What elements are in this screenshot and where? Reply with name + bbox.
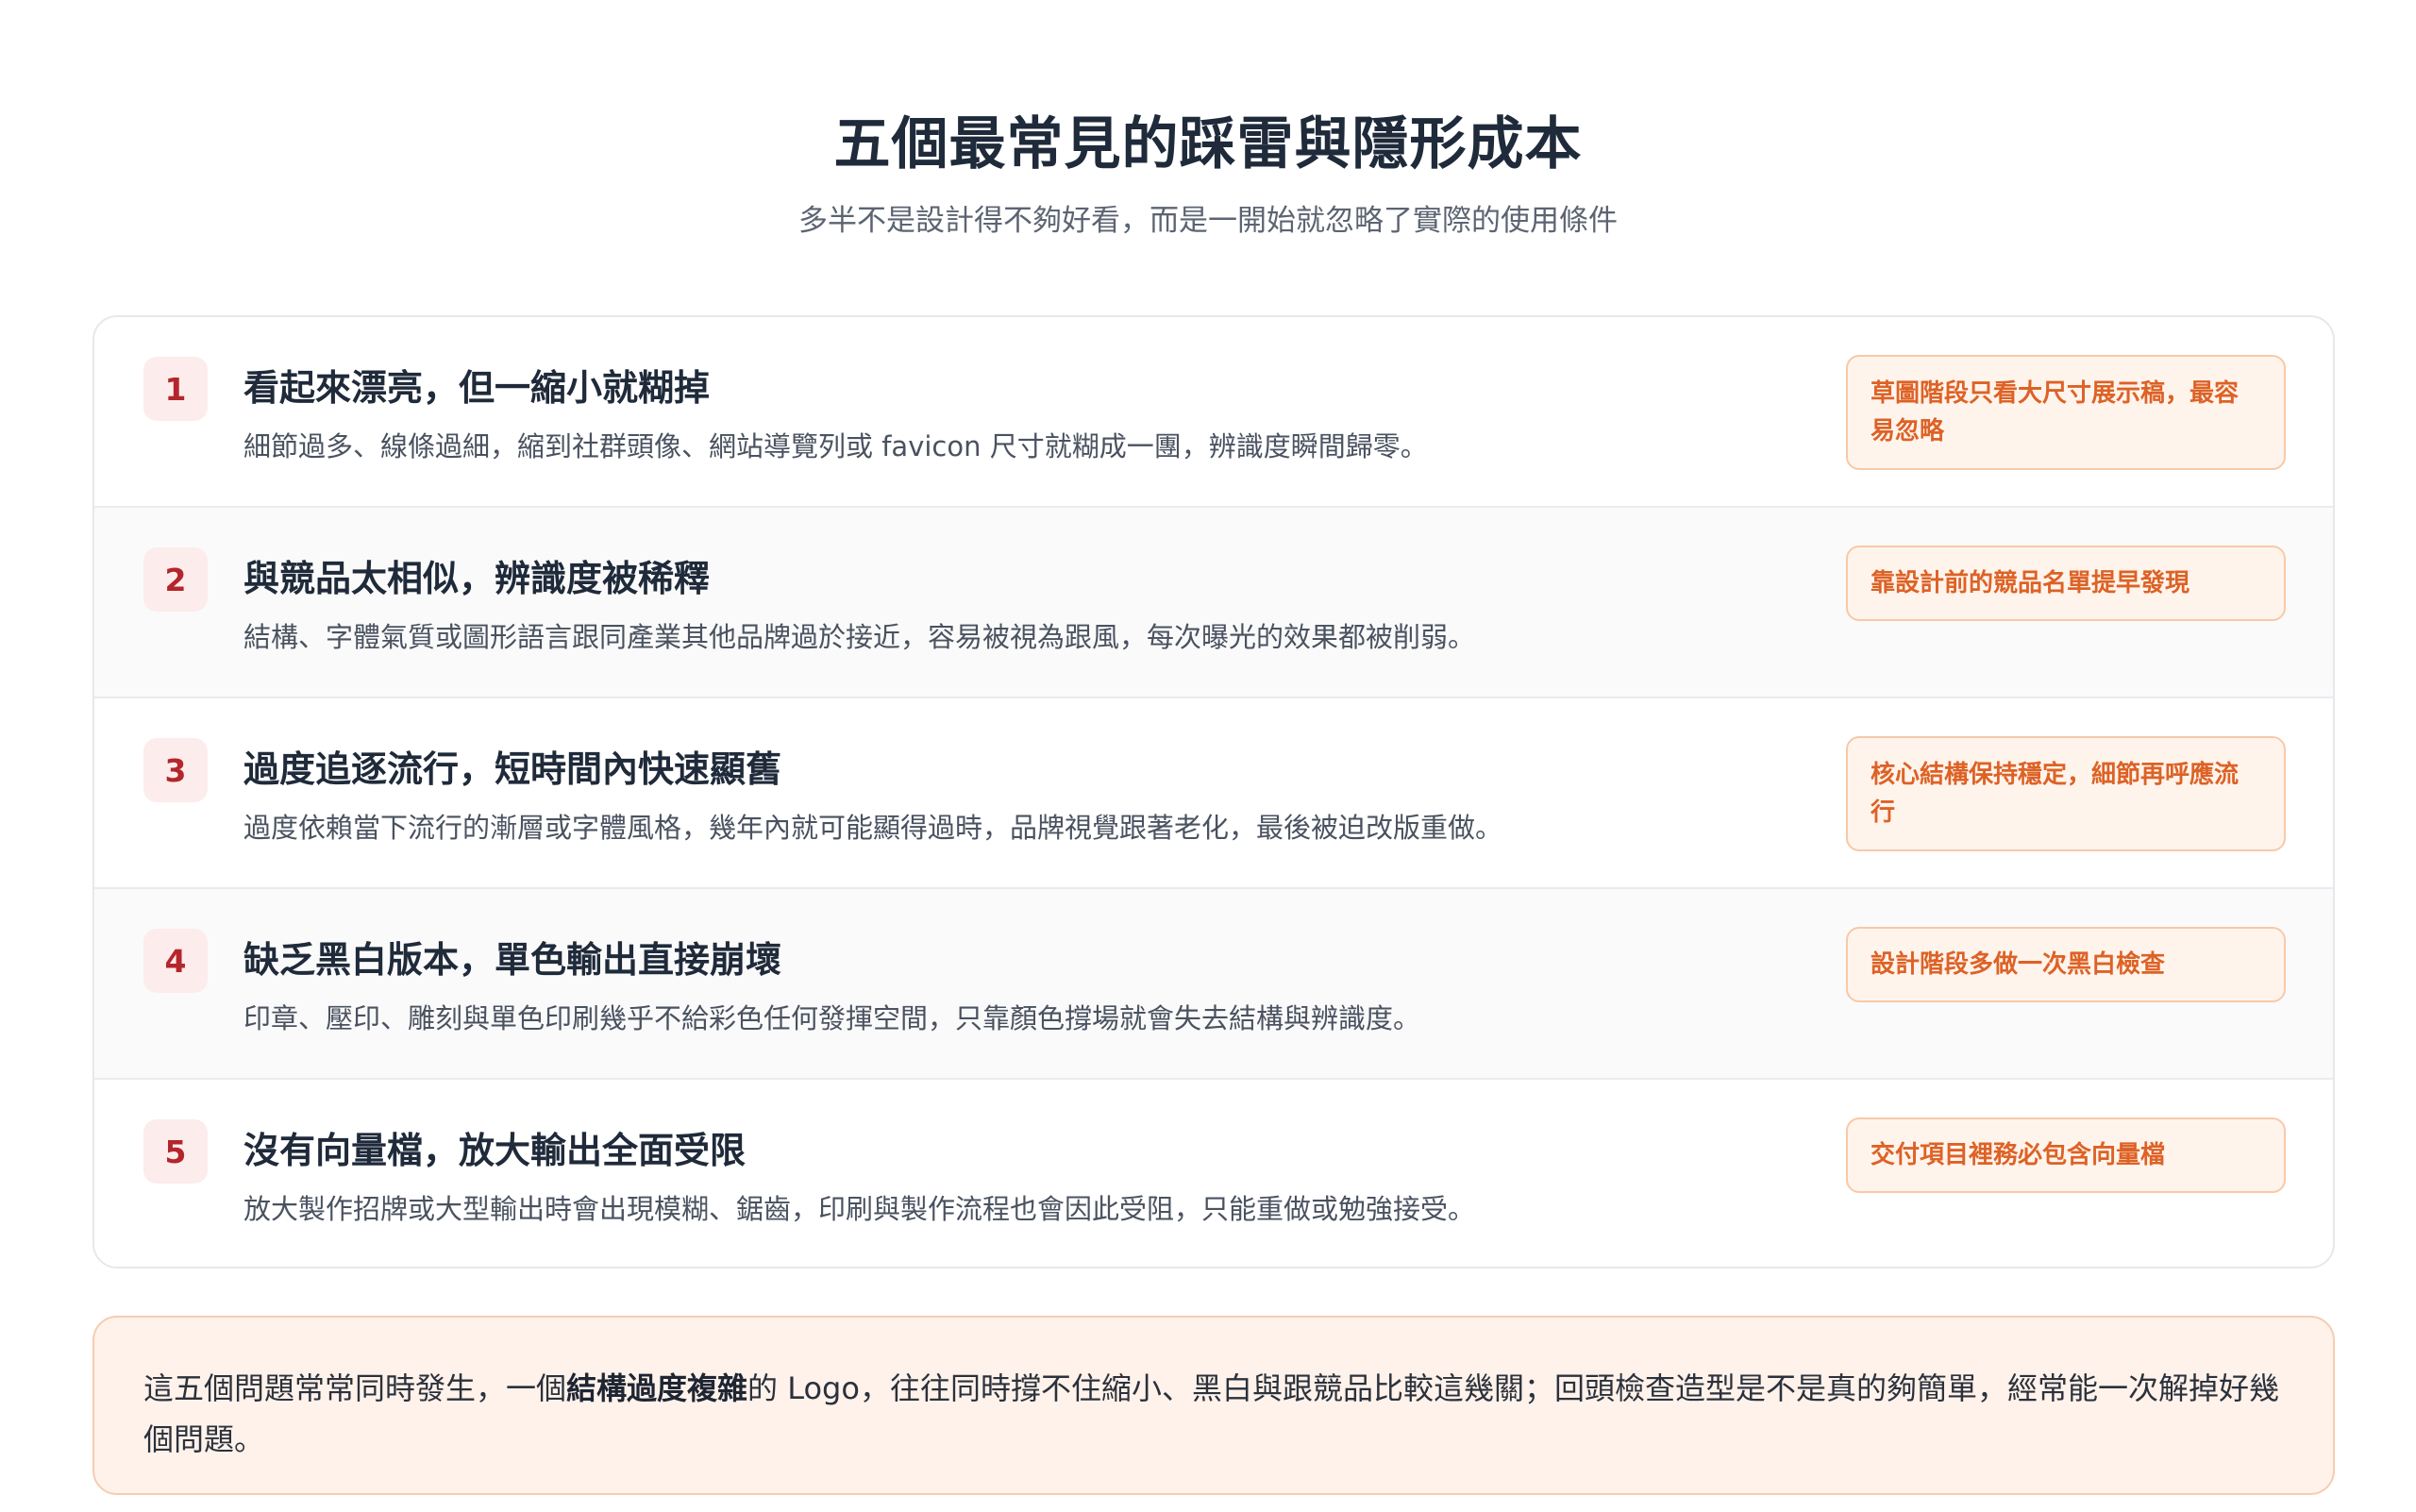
- item-title: 看起來漂亮，但一縮小就糊掉: [243, 367, 711, 409]
- list-item: 3 過度追逐流行，短時間內快速顯舊 過度依賴當下流行的漸層或字體風格，幾年內就可…: [94, 698, 2333, 889]
- item-number-badge: 2: [143, 547, 208, 612]
- list-item: 1 看起來漂亮，但一縮小就糊掉 細節過多、線條過細，縮到社群頭像、網站導覽列或 …: [94, 317, 2333, 508]
- note-text-before: 這五個問題常常同時發生，一個: [143, 1370, 567, 1406]
- item-number-badge: 3: [143, 738, 208, 802]
- item-tag: 靠設計前的競品名單提早發現: [1846, 546, 2286, 621]
- item-number-badge: 4: [143, 929, 208, 993]
- list-item: 2 與競品太相似，辨識度被稀釋 結構、字體氣質或圖形語言跟同產業其他品牌過於接近…: [94, 508, 2333, 698]
- pitfalls-list: 1 看起來漂亮，但一縮小就糊掉 細節過多、線條過細，縮到社群頭像、網站導覽列或 …: [92, 315, 2335, 1268]
- item-number-badge: 1: [143, 357, 208, 421]
- item-title: 過度追逐流行，短時間內快速顯舊: [243, 748, 782, 790]
- item-title: 沒有向量檔，放大輸出全面受限: [243, 1130, 747, 1171]
- list-item: 5 沒有向量檔，放大輸出全面受限 放大製作招牌或大型輸出時會出現模糊、鋸齒，印刷…: [94, 1080, 2333, 1267]
- item-title: 缺乏黑白版本，單色輸出直接崩壞: [243, 939, 782, 981]
- page-subtitle: 多半不是設計得不夠好看，而是一開始就忽略了實際的使用條件: [798, 204, 1618, 238]
- item-tag: 設計階段多做一次黑白檢查: [1846, 927, 2286, 1002]
- item-number-badge: 5: [143, 1119, 208, 1184]
- item-description: 印章、壓印、雕刻與單色印刷幾乎不給彩色任何發揮空間，只靠顏色撐場就會失去結構與辨…: [243, 1002, 1421, 1034]
- item-description: 細節過多、線條過細，縮到社群頭像、網站導覽列或 favicon 尺寸就糊成一團，…: [243, 430, 1428, 462]
- item-tag: 核心結構保持穩定，細節再呼應流行: [1846, 736, 2286, 851]
- page: 五個最常見的踩雷與隱形成本 多半不是設計得不夠好看，而是一開始就忽略了實際的使用…: [0, 0, 2416, 1512]
- item-description: 放大製作招牌或大型輸出時會出現模糊、鋸齒，印刷與製作流程也會因此受阻，只能重做或…: [243, 1193, 1476, 1225]
- page-title: 五個最常見的踩雷與隱形成本: [833, 111, 1583, 177]
- summary-note: 這五個問題常常同時發生，一個結構過度複雜的 Logo，往往同時撐不住縮小、黑白與…: [92, 1316, 2335, 1495]
- item-description: 結構、字體氣質或圖形語言跟同產業其他品牌過於接近，容易被視為跟風，每次曝光的效果…: [243, 621, 1476, 653]
- item-tag: 交付項目裡務必包含向量檔: [1846, 1117, 2286, 1193]
- item-tag: 草圖階段只看大尺寸展示稿，最容易忽略: [1846, 355, 2286, 470]
- item-description: 過度依賴當下流行的漸層或字體風格，幾年內就可能顯得過時，品牌視覺跟著老化，最後被…: [243, 812, 1503, 844]
- item-title: 與競品太相似，辨識度被稀釋: [243, 558, 711, 599]
- note-emphasis: 結構過度複雜: [566, 1370, 748, 1406]
- list-item: 4 缺乏黑白版本，單色輸出直接崩壞 印章、壓印、雕刻與單色印刷幾乎不給彩色任何發…: [94, 889, 2333, 1080]
